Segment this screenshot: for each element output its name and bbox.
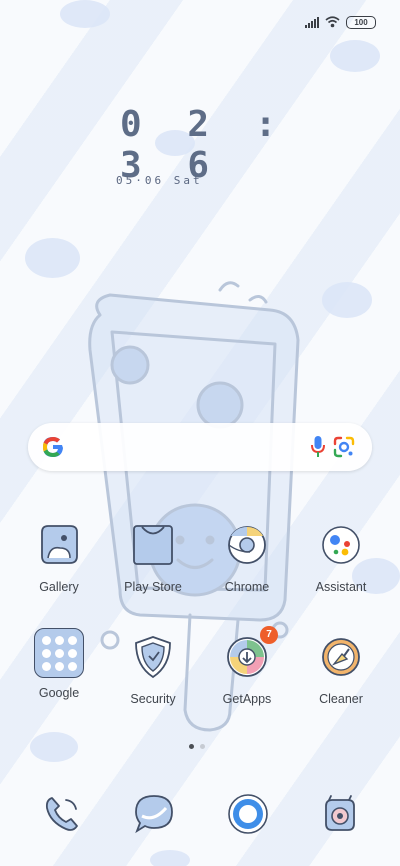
messages-icon [135,795,173,834]
camera-icon [325,795,355,831]
security-icon [130,634,176,680]
wallpaper-cloud [330,40,380,72]
dock-phone[interactable] [40,792,84,836]
app-label: Assistant [315,580,367,594]
play-store-icon [130,522,176,568]
app-getapps[interactable]: 7 GetApps [202,626,292,706]
mic-icon[interactable] [311,435,325,459]
wallpaper-cloud [150,850,190,866]
notification-badge: 7 [260,626,278,644]
clock-date[interactable]: 05·06 Sat [116,174,203,187]
app-assistant[interactable]: Assistant [296,522,386,594]
app-label: Play Store [124,580,182,594]
google-g-icon [43,437,63,457]
page-indicator[interactable] [189,744,205,749]
google-folder-icon [34,628,84,678]
dock-messages[interactable] [132,792,176,836]
signal-icon [305,16,319,28]
wallpaper-cloud [60,0,110,28]
phone-icon [45,797,78,831]
browser-icon [228,794,268,834]
app-cleaner[interactable]: Cleaner [296,634,386,706]
page-dot[interactable] [200,744,205,749]
google-search-bar[interactable] [28,423,372,471]
lens-icon[interactable] [332,435,356,459]
wifi-icon [325,16,340,28]
cleaner-icon [318,634,364,680]
app-google-folder[interactable]: Google [14,628,104,700]
app-label: Chrome [224,580,270,594]
app-security[interactable]: Security [108,634,198,706]
status-bar: 100 [305,14,376,30]
dock-camera[interactable] [318,792,362,836]
app-chrome[interactable]: Chrome [202,522,292,594]
dock-browser[interactable] [226,792,270,836]
app-label: Gallery [39,580,79,594]
battery-indicator: 100 [346,15,376,29]
gallery-icon [36,522,82,568]
getapps-icon: 7 [224,626,278,680]
chrome-icon [224,522,270,568]
page-dot-active[interactable] [189,744,194,749]
app-play-store[interactable]: Play Store [108,522,198,594]
app-label: GetApps [222,692,272,706]
app-label: Security [130,692,176,706]
assistant-icon [318,522,364,568]
app-label: Google [38,686,80,700]
app-label: Cleaner [319,692,363,706]
app-gallery[interactable]: Gallery [14,522,104,594]
